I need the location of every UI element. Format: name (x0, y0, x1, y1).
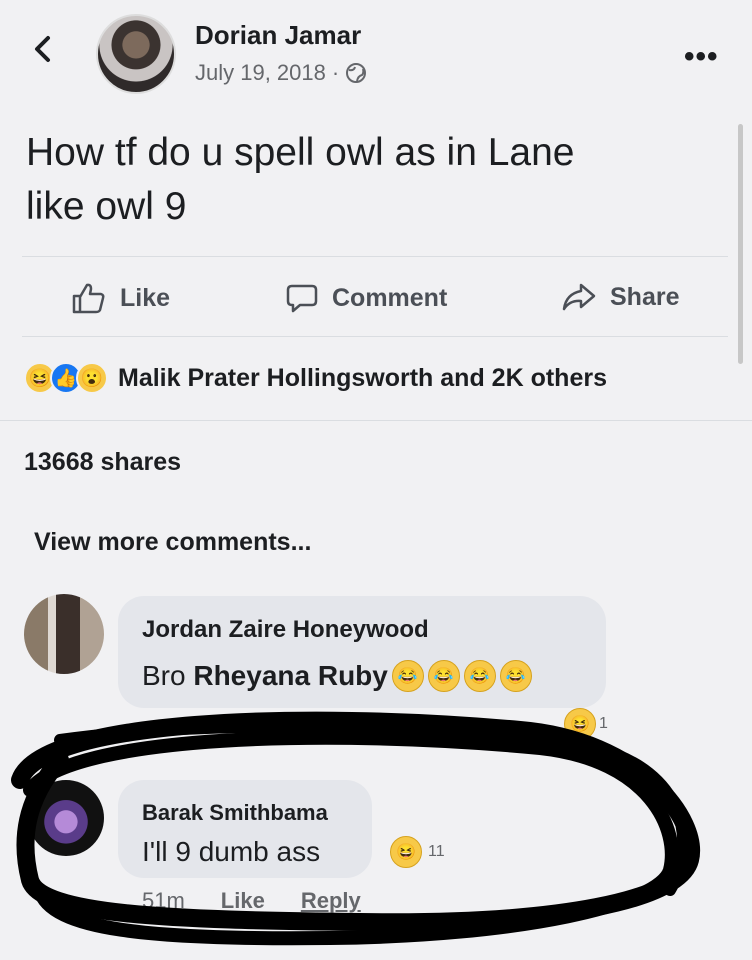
scribble-annotation (11, 711, 701, 946)
comment-actions: 51m Like Reply (142, 888, 361, 914)
back-chevron-icon[interactable] (28, 34, 58, 64)
post-text-line: How tf do u spell owl as in Lane (26, 131, 575, 174)
comment-icon (286, 284, 318, 313)
author-name[interactable]: Dorian Jamar (195, 20, 361, 51)
comment-text: Bro Rheyana Ruby 😂 😂 😂 😂 (142, 660, 532, 692)
comment-time: 51m (142, 888, 185, 913)
comment-like-button[interactable]: Like (221, 888, 265, 914)
divider (0, 420, 752, 421)
scrollbar[interactable] (738, 124, 743, 364)
cry-laugh-icon: 😂 (391, 660, 424, 692)
comment-reaction-badge[interactable]: 😆 11 (386, 836, 445, 868)
comment-reaction-badge[interactable]: 😆 1 (560, 708, 608, 740)
comment-text: I'll 9 dumb ass (142, 836, 321, 867)
meta-separator: · (331, 60, 340, 85)
reaction-count: 1 (599, 715, 608, 732)
cry-laugh-icon: 😂 (427, 660, 460, 692)
post-meta: July 19, 2018 · (195, 60, 367, 86)
comment-actions: Like Reply (228, 712, 363, 735)
share-icon (562, 283, 596, 311)
divider (22, 256, 728, 257)
haha-icon: 😆 (390, 836, 422, 868)
share-button[interactable]: Share (562, 282, 679, 312)
more-options-icon[interactable]: ••• (684, 40, 719, 74)
comment-reply-button[interactable]: Reply (308, 712, 362, 735)
reactions-label: Malik Prater Hollingsworth and 2K others (118, 363, 607, 392)
comment-label: Comment (332, 283, 448, 312)
comment-like-button[interactable]: Like (228, 712, 268, 735)
author-avatar[interactable] (96, 14, 176, 94)
commenter-name[interactable]: Jordan Zaire Honeywood (142, 616, 429, 644)
cry-laugh-icon: 😂 (463, 660, 496, 692)
view-more-comments-link[interactable]: View more comments... (34, 528, 311, 557)
share-label: Share (610, 282, 680, 311)
avatar[interactable] (28, 780, 104, 856)
reaction-count: 11 (428, 843, 445, 860)
comment-button[interactable]: Comment (286, 282, 447, 314)
post-text-line: like owl 9 (26, 185, 187, 228)
like-label: Like (120, 283, 171, 312)
cry-laugh-icon: 😂 (499, 660, 532, 692)
globe-icon (346, 63, 367, 83)
divider (22, 336, 728, 337)
thumbs-up-icon (72, 283, 105, 314)
post-text: How tf do u spell owl as in Lane like ow… (26, 126, 706, 234)
comment-text-prefix: Bro (142, 660, 194, 691)
post-date[interactable]: July 19, 2018 (195, 60, 326, 86)
comment-reply-button[interactable]: Reply (301, 888, 361, 914)
mention-link[interactable]: Rheyana Ruby (193, 660, 388, 692)
like-button[interactable]: Like (72, 282, 170, 314)
haha-icon: 😆 (564, 708, 596, 740)
wow-icon: 😮 (76, 362, 108, 394)
shares-count[interactable]: 13668 shares (24, 448, 181, 477)
avatar[interactable] (24, 594, 104, 674)
reactions-summary[interactable]: 😆 👍 😮 Malik Prater Hollingsworth and 2K … (24, 362, 607, 394)
commenter-name[interactable]: Barak Smithbama (142, 800, 328, 826)
